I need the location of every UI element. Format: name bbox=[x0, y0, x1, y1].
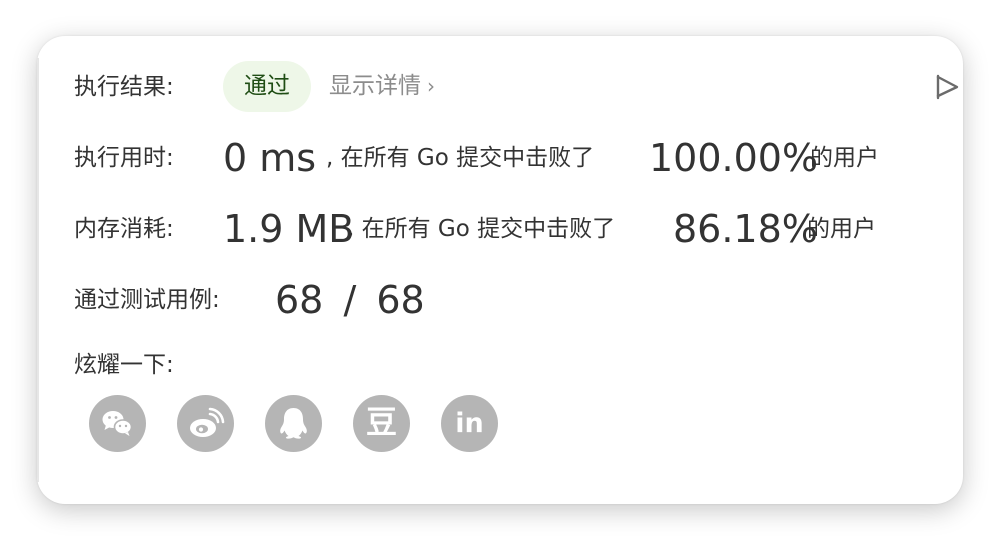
tests-separator: / bbox=[343, 278, 357, 322]
show-details-link[interactable]: 显示详情 › bbox=[329, 75, 435, 98]
share-wechat-button[interactable] bbox=[89, 395, 146, 452]
status-badge: 通过 bbox=[223, 61, 311, 112]
weibo-icon bbox=[190, 407, 225, 437]
runtime-label: 执行用时: bbox=[74, 145, 174, 171]
runtime-value: 0 ms bbox=[223, 136, 317, 180]
linkedin-icon: in bbox=[455, 408, 484, 439]
chevron-right-icon: › bbox=[427, 74, 435, 98]
memory-suffix: 的用户 bbox=[807, 216, 876, 242]
share-weibo-button[interactable] bbox=[177, 395, 234, 452]
runtime-percent: 100.00% bbox=[649, 136, 819, 180]
submission-result-card: 执行结果: 通过 显示详情 › 执行用时: 0 ms , 在所有 Go 提交中击败… bbox=[37, 36, 963, 504]
tests-label: 通过测试用例: bbox=[74, 287, 220, 313]
tests-passed: 68 bbox=[275, 278, 324, 322]
memory-percent: 86.18% bbox=[673, 207, 818, 251]
tests-total: 68 bbox=[376, 278, 425, 322]
share-label: 炫耀一下: bbox=[74, 352, 174, 378]
memory-value: 1.9 MB bbox=[223, 207, 355, 251]
share-douban-button[interactable]: 豆 bbox=[353, 395, 410, 452]
show-details-label: 显示详情 bbox=[329, 73, 421, 99]
share-linkedin-button[interactable]: in bbox=[441, 395, 498, 452]
share-qq-button[interactable] bbox=[265, 395, 322, 452]
flag-icon[interactable] bbox=[932, 72, 962, 102]
wechat-icon bbox=[102, 411, 133, 436]
tests-result: 68 / 68 bbox=[275, 281, 425, 319]
runtime-suffix: 的用户 bbox=[810, 145, 879, 171]
memory-label: 内存消耗: bbox=[74, 216, 174, 242]
memory-beats-text: , 在所有 Go 提交中击败了 bbox=[347, 216, 616, 242]
runtime-beats-text: , 在所有 Go 提交中击败了 bbox=[326, 145, 595, 171]
douban-icon: 豆 bbox=[366, 405, 397, 441]
qq-icon bbox=[280, 408, 307, 439]
result-label: 执行结果: bbox=[74, 74, 174, 100]
